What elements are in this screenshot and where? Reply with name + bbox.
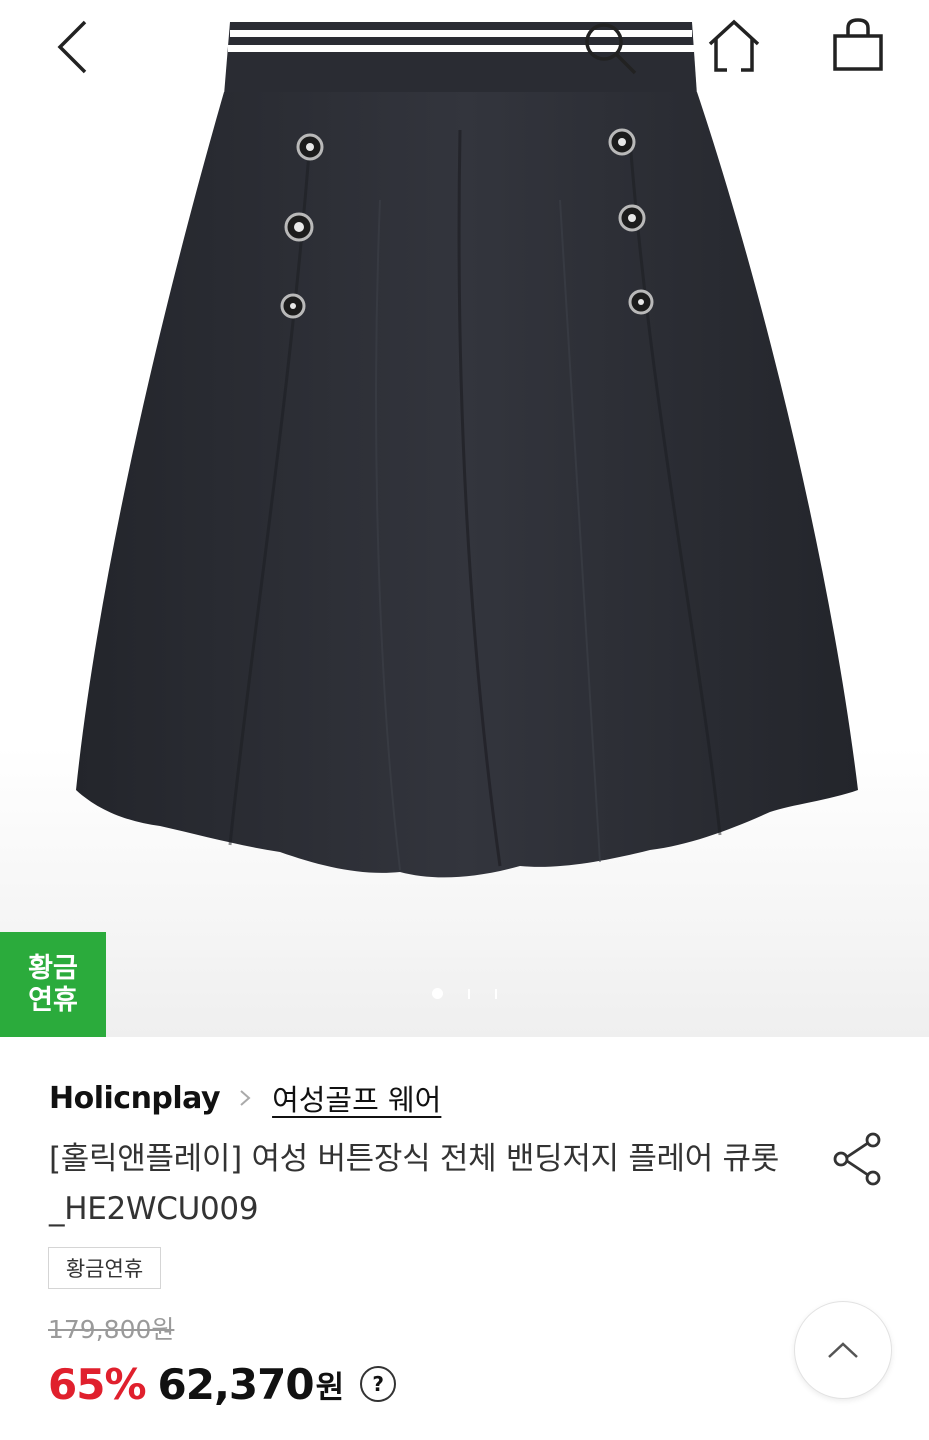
breadcrumb: Holicnplay 여성골프 웨어 — [49, 1078, 441, 1118]
product-image-carousel[interactable]: 황금 연휴 — [0, 0, 929, 1037]
discount-rate: 65% — [48, 1359, 147, 1409]
original-price: 179,800원 — [48, 1315, 175, 1344]
home-icon[interactable] — [705, 17, 763, 75]
chevron-right-icon — [240, 1090, 251, 1106]
carousel-dot-active[interactable] — [432, 988, 443, 999]
carousel-dot[interactable] — [495, 989, 497, 999]
golden-holiday-badge: 황금 연휴 — [0, 932, 106, 1037]
chevron-up-icon — [828, 1342, 858, 1358]
category-link[interactable]: 여성골프 웨어 — [272, 1077, 441, 1119]
product-image — [76, 22, 858, 878]
carousel-dot[interactable] — [468, 989, 470, 999]
scroll-to-top-button[interactable] — [794, 1301, 892, 1399]
sale-price: 62,370 — [157, 1359, 315, 1409]
promo-tag: 황금연휴 — [48, 1247, 161, 1289]
product-title: [홀릭앤플레이] 여성 버튼장식 전체 밴딩저지 플레어 큐롯_HE2WCU00… — [49, 1141, 779, 1227]
shopping-bag-icon[interactable] — [830, 16, 886, 74]
badge-line1: 황금 — [28, 952, 78, 984]
currency-label: 원 — [315, 1369, 345, 1406]
back-arrow-icon[interactable] — [52, 18, 92, 76]
price-row: 65% 62,370 원 ? — [48, 1354, 397, 1414]
brand-link[interactable]: Holicnplay — [49, 1081, 221, 1116]
search-icon[interactable] — [580, 18, 640, 78]
price-help-icon[interactable]: ? — [360, 1366, 397, 1402]
carousel-indicator — [0, 988, 929, 1000]
share-icon[interactable] — [832, 1131, 882, 1187]
